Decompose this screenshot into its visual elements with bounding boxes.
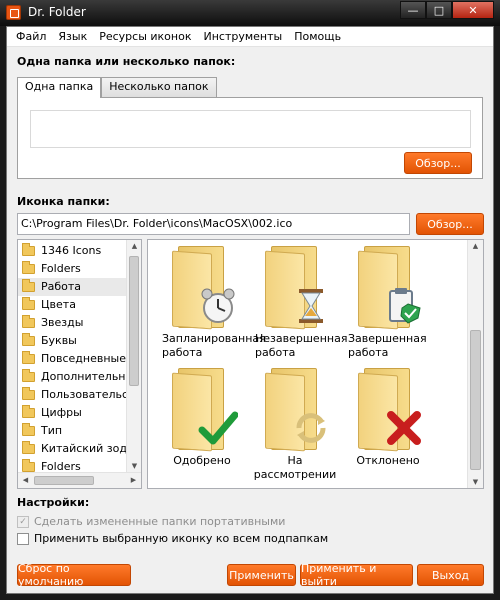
tree-item-selected[interactable]: Работа	[18, 278, 141, 296]
selected-folder-field[interactable]	[30, 110, 471, 148]
icon-label: Запланированная работа	[162, 332, 266, 359]
scroll-up-icon[interactable]: ▲	[127, 242, 141, 250]
green-check-icon	[198, 408, 238, 448]
icon-tile[interactable]: Отклонено	[342, 368, 434, 468]
icon-tile[interactable]: На рассмотрении	[249, 368, 341, 482]
alarm-clock-icon	[198, 286, 238, 326]
maximize-icon[interactable]: □	[426, 1, 452, 19]
apply-and-exit-button[interactable]: Применить и выйти	[300, 562, 413, 588]
menu-file[interactable]: Файл	[10, 30, 52, 43]
minimize-icon[interactable]: —	[400, 1, 426, 19]
icon-tile[interactable]: Завершенная работа	[342, 246, 434, 360]
folder-icon	[22, 279, 35, 292]
icon-tile[interactable]: Одобрено	[156, 368, 248, 468]
tree-item[interactable]: Тип	[18, 422, 141, 440]
scroll-up-icon[interactable]: ▲	[468, 242, 483, 250]
scroll-thumb[interactable]	[34, 476, 94, 485]
apply-button[interactable]: Применить	[227, 564, 296, 586]
menu-language[interactable]: Язык	[52, 30, 93, 43]
window-controls: — □ ✕	[400, 1, 494, 19]
tree-item[interactable]: Китайский зодиак	[18, 440, 141, 458]
folder-icon	[22, 423, 35, 436]
tree-item[interactable]: Буквы	[18, 332, 141, 350]
scroll-down-icon[interactable]: ▼	[468, 478, 483, 486]
icon-category-tree[interactable]: 1346 Icons Folders Работа Цвета Звезды Б…	[17, 239, 142, 489]
gallery-vertical-scrollbar[interactable]: ▲ ▼	[467, 240, 483, 488]
window-title: Dr. Folder	[28, 5, 86, 19]
apply-subfolders-label: Применить выбранную иконку ко всем подпа…	[34, 532, 329, 545]
portable-option: ✓ Сделать измененные папки портативными	[17, 515, 285, 528]
hourglass-icon	[291, 286, 331, 326]
tree-item[interactable]: Пользовательские	[18, 386, 141, 404]
close-icon[interactable]: ✕	[452, 1, 494, 19]
folder-icon	[22, 441, 35, 454]
folder-tabs: Одна папка Несколько папок	[17, 77, 217, 98]
apply-subfolders-option: Применить выбранную иконку ко всем подпа…	[17, 532, 328, 545]
scroll-down-icon[interactable]: ▼	[127, 462, 141, 470]
folder-icon	[22, 405, 35, 418]
icon-section-title: Иконка папки:	[17, 195, 110, 208]
folder-icon	[22, 387, 35, 400]
tab-single-folder[interactable]: Одна папка	[17, 77, 102, 98]
icon-path-input[interactable]: C:\Program Files\Dr. Folder\icons\MacOSX…	[17, 213, 410, 235]
scroll-thumb[interactable]	[129, 256, 139, 386]
folder-browse-button[interactable]: Обзор...	[404, 152, 472, 174]
folder-icon	[22, 369, 35, 382]
tree-item[interactable]: Дополнительные	[18, 368, 141, 386]
menu-bar: Файл Язык Ресурсы иконок Инструменты Пом…	[7, 27, 493, 47]
folder-icon	[22, 315, 35, 328]
icon-label: Одобрено	[173, 454, 231, 467]
tree-item[interactable]: Цифры	[18, 404, 141, 422]
main-window: Файл Язык Ресурсы иконок Инструменты Пом…	[6, 26, 494, 594]
folder-tab-panel: Обзор...	[17, 97, 483, 179]
portable-label: Сделать измененные папки портативными	[34, 515, 286, 528]
apply-subfolders-checkbox[interactable]	[17, 532, 29, 545]
folder-icon	[22, 333, 35, 346]
folder-icon	[22, 351, 35, 364]
menu-tools[interactable]: Инструменты	[197, 30, 288, 43]
red-x-icon	[384, 408, 424, 448]
tree-item[interactable]: Folders	[18, 260, 141, 278]
icon-tile[interactable]: Незавершенная работа	[249, 246, 348, 360]
folder-icon	[22, 243, 35, 256]
icon-browse-button[interactable]: Обзор...	[416, 213, 484, 235]
tree-item[interactable]: Звезды	[18, 314, 141, 332]
portable-checkbox[interactable]: ✓	[17, 515, 29, 528]
settings-title: Настройки:	[17, 496, 90, 509]
scroll-left-icon[interactable]: ◀	[18, 476, 33, 484]
tab-multiple-folders[interactable]: Несколько папок	[101, 77, 217, 97]
clipboard-check-icon	[384, 286, 424, 326]
app-icon	[6, 5, 21, 20]
tree-horizontal-scrollbar[interactable]: ◀ ▶	[18, 472, 141, 488]
reset-defaults-button[interactable]: Сброс по умолчанию	[17, 562, 131, 588]
icon-label: Завершенная работа	[348, 332, 427, 359]
menu-help[interactable]: Помощь	[288, 30, 347, 43]
icon-label: На рассмотрении	[253, 454, 337, 481]
exit-button[interactable]: Выход	[417, 564, 484, 586]
icon-label: Отклонено	[356, 454, 420, 467]
title-bar: Dr. Folder — □ ✕	[0, 0, 500, 26]
folder-icon	[22, 261, 35, 274]
folder-icon	[22, 459, 35, 472]
icon-gallery[interactable]: Запланированная работа Незавершенная раб…	[147, 239, 484, 489]
icon-label: Незавершенная работа	[255, 332, 348, 359]
folder-icon	[22, 297, 35, 310]
icon-tile[interactable]: Запланированная работа	[156, 246, 266, 360]
menu-icon-resources[interactable]: Ресурсы иконок	[93, 30, 197, 43]
tree-item[interactable]: Цвета	[18, 296, 141, 314]
folders-section-title: Одна папка или несколько папок:	[17, 55, 236, 68]
tree-vertical-scrollbar[interactable]: ▲ ▼	[126, 240, 141, 472]
refresh-arrows-icon	[291, 408, 331, 448]
tree-item[interactable]: 1346 Icons	[18, 242, 141, 260]
scroll-right-icon[interactable]: ▶	[126, 476, 141, 484]
tree-item[interactable]: Повседневные	[18, 350, 141, 368]
scroll-thumb[interactable]	[470, 330, 481, 470]
